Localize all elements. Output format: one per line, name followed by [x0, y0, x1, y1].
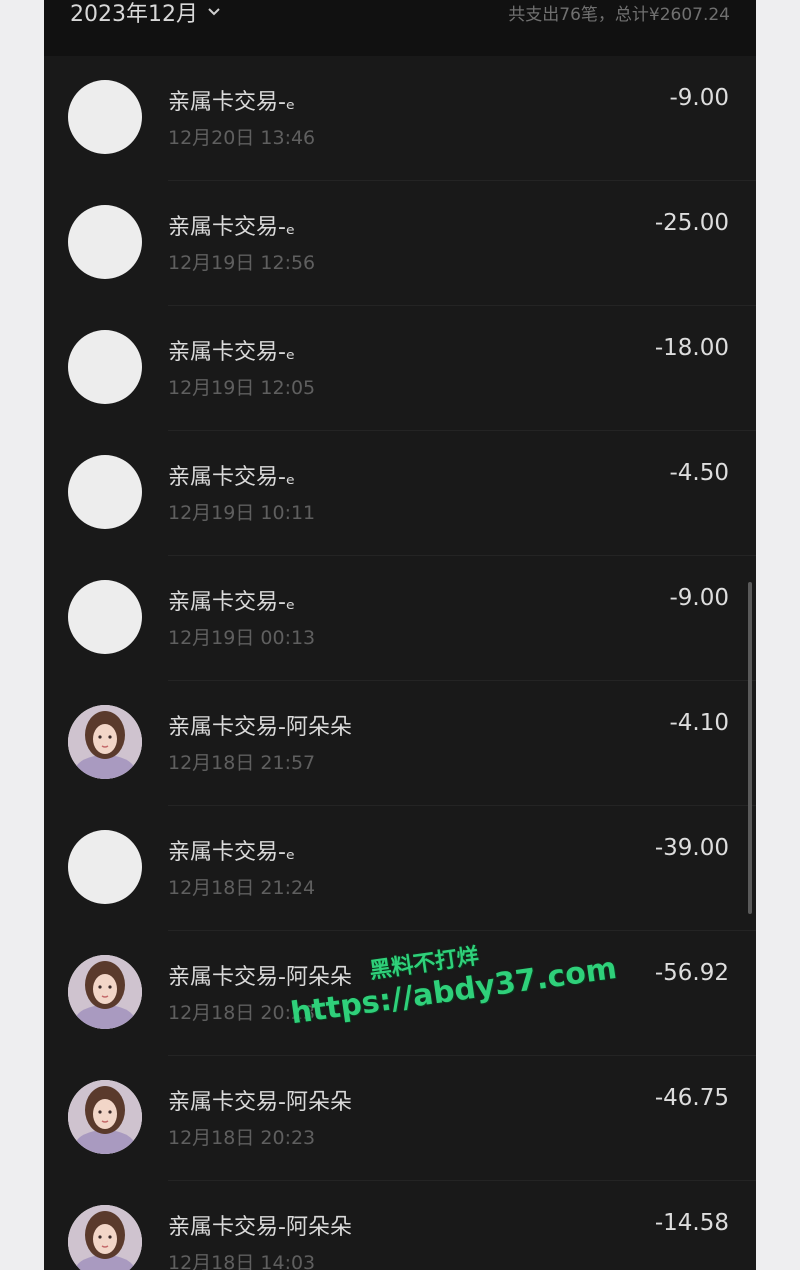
avatar: [68, 80, 142, 154]
avatar: [68, 705, 142, 779]
transaction-title: 亲属卡交易-阿朵朵: [168, 715, 352, 740]
transaction-title: 亲属卡交易-阿朵朵: [168, 1215, 352, 1240]
transaction-row[interactable]: 亲属卡交易-阿朵朵 12月18日 20:23 -56.92: [44, 931, 756, 1056]
transaction-time: 12月18日 20:23: [168, 1127, 316, 1149]
transaction-time: 12月18日 14:03: [168, 1252, 316, 1270]
transaction-time: 12月20日 13:46: [168, 127, 316, 149]
transaction-amount: -4.50: [669, 460, 729, 486]
avatar-photo-icon: [68, 955, 142, 1029]
expense-summary: 共支出76笔，总计¥2607.24: [508, 4, 730, 25]
transaction-row[interactable]: 亲属卡交易-阿朵朵 12月18日 20:23 -46.75: [44, 1056, 756, 1181]
transaction-amount: -18.00: [654, 335, 729, 361]
transaction-amount: -46.75: [654, 1085, 729, 1111]
transaction-row[interactable]: 亲属卡交易-ₑ 12月19日 00:13 -9.00: [44, 556, 756, 681]
transaction-row[interactable]: 亲属卡交易-ₑ 12月18日 21:24 -39.00: [44, 806, 756, 931]
month-selector[interactable]: 2023年12月: [70, 0, 222, 30]
transaction-title: 亲属卡交易-ₑ: [168, 590, 296, 615]
transaction-amount: -25.00: [654, 210, 729, 236]
transaction-title: 亲属卡交易-ₑ: [168, 840, 296, 865]
scrollbar[interactable]: [748, 582, 752, 914]
avatar: [68, 955, 142, 1029]
transaction-row[interactable]: 亲属卡交易-ₑ 12月20日 13:46 -9.00: [44, 56, 756, 181]
avatar-photo-icon: [68, 1080, 142, 1154]
chevron-down-icon: [208, 8, 220, 16]
avatar: [68, 580, 142, 654]
transaction-amount: -4.10: [669, 710, 729, 736]
transaction-title: 亲属卡交易-ₑ: [168, 340, 296, 365]
transaction-row[interactable]: 亲属卡交易-阿朵朵 12月18日 14:03 -14.58: [44, 1181, 756, 1270]
avatar: [68, 1205, 142, 1270]
avatar: [68, 1080, 142, 1154]
transaction-row[interactable]: 亲属卡交易-阿朵朵 12月18日 21:57 -4.10: [44, 681, 756, 806]
month-header: 2023年12月 共支出76笔，总计¥2607.24: [44, 0, 756, 56]
transaction-time: 12月19日 12:56: [168, 252, 316, 274]
transaction-time: 12月19日 00:13: [168, 627, 316, 649]
transaction-time: 12月18日 20:23: [168, 1002, 316, 1024]
transaction-amount: -9.00: [669, 585, 729, 611]
transaction-title: 亲属卡交易-ₑ: [168, 465, 296, 490]
transaction-amount: -56.92: [654, 960, 729, 986]
transaction-title: 亲属卡交易-ₑ: [168, 90, 296, 115]
avatar: [68, 455, 142, 529]
transaction-list: 亲属卡交易-ₑ 12月20日 13:46 -9.00 亲属卡交易-ₑ 12月19日 12…: [44, 56, 756, 1270]
transaction-amount: -14.58: [654, 1210, 729, 1236]
transaction-title: 亲属卡交易-阿朵朵: [168, 1090, 352, 1115]
transaction-time: 12月18日 21:24: [168, 877, 316, 899]
avatar-photo-icon: [68, 1205, 142, 1270]
transaction-time: 12月19日 12:05: [168, 377, 316, 399]
avatar: [68, 830, 142, 904]
transaction-time: 12月18日 21:57: [168, 752, 316, 774]
avatar: [68, 330, 142, 404]
transaction-title: 亲属卡交易-ₑ: [168, 215, 296, 240]
transaction-title: 亲属卡交易-阿朵朵: [168, 965, 352, 990]
transaction-row[interactable]: 亲属卡交易-ₑ 12月19日 10:11 -4.50: [44, 431, 756, 556]
avatar: [68, 205, 142, 279]
transaction-row[interactable]: 亲属卡交易-ₑ 12月19日 12:05 -18.00: [44, 306, 756, 431]
bill-list-screen: 2023年12月 共支出76笔，总计¥2607.24 亲属卡交易-ₑ 12月20日…: [44, 0, 756, 1270]
transaction-amount: -39.00: [654, 835, 729, 861]
transaction-row[interactable]: 亲属卡交易-ₑ 12月19日 12:56 -25.00: [44, 181, 756, 306]
avatar-photo-icon: [68, 705, 142, 779]
transaction-amount: -9.00: [669, 85, 729, 111]
transaction-time: 12月19日 10:11: [168, 502, 316, 524]
month-label: 2023年12月: [70, 2, 198, 27]
